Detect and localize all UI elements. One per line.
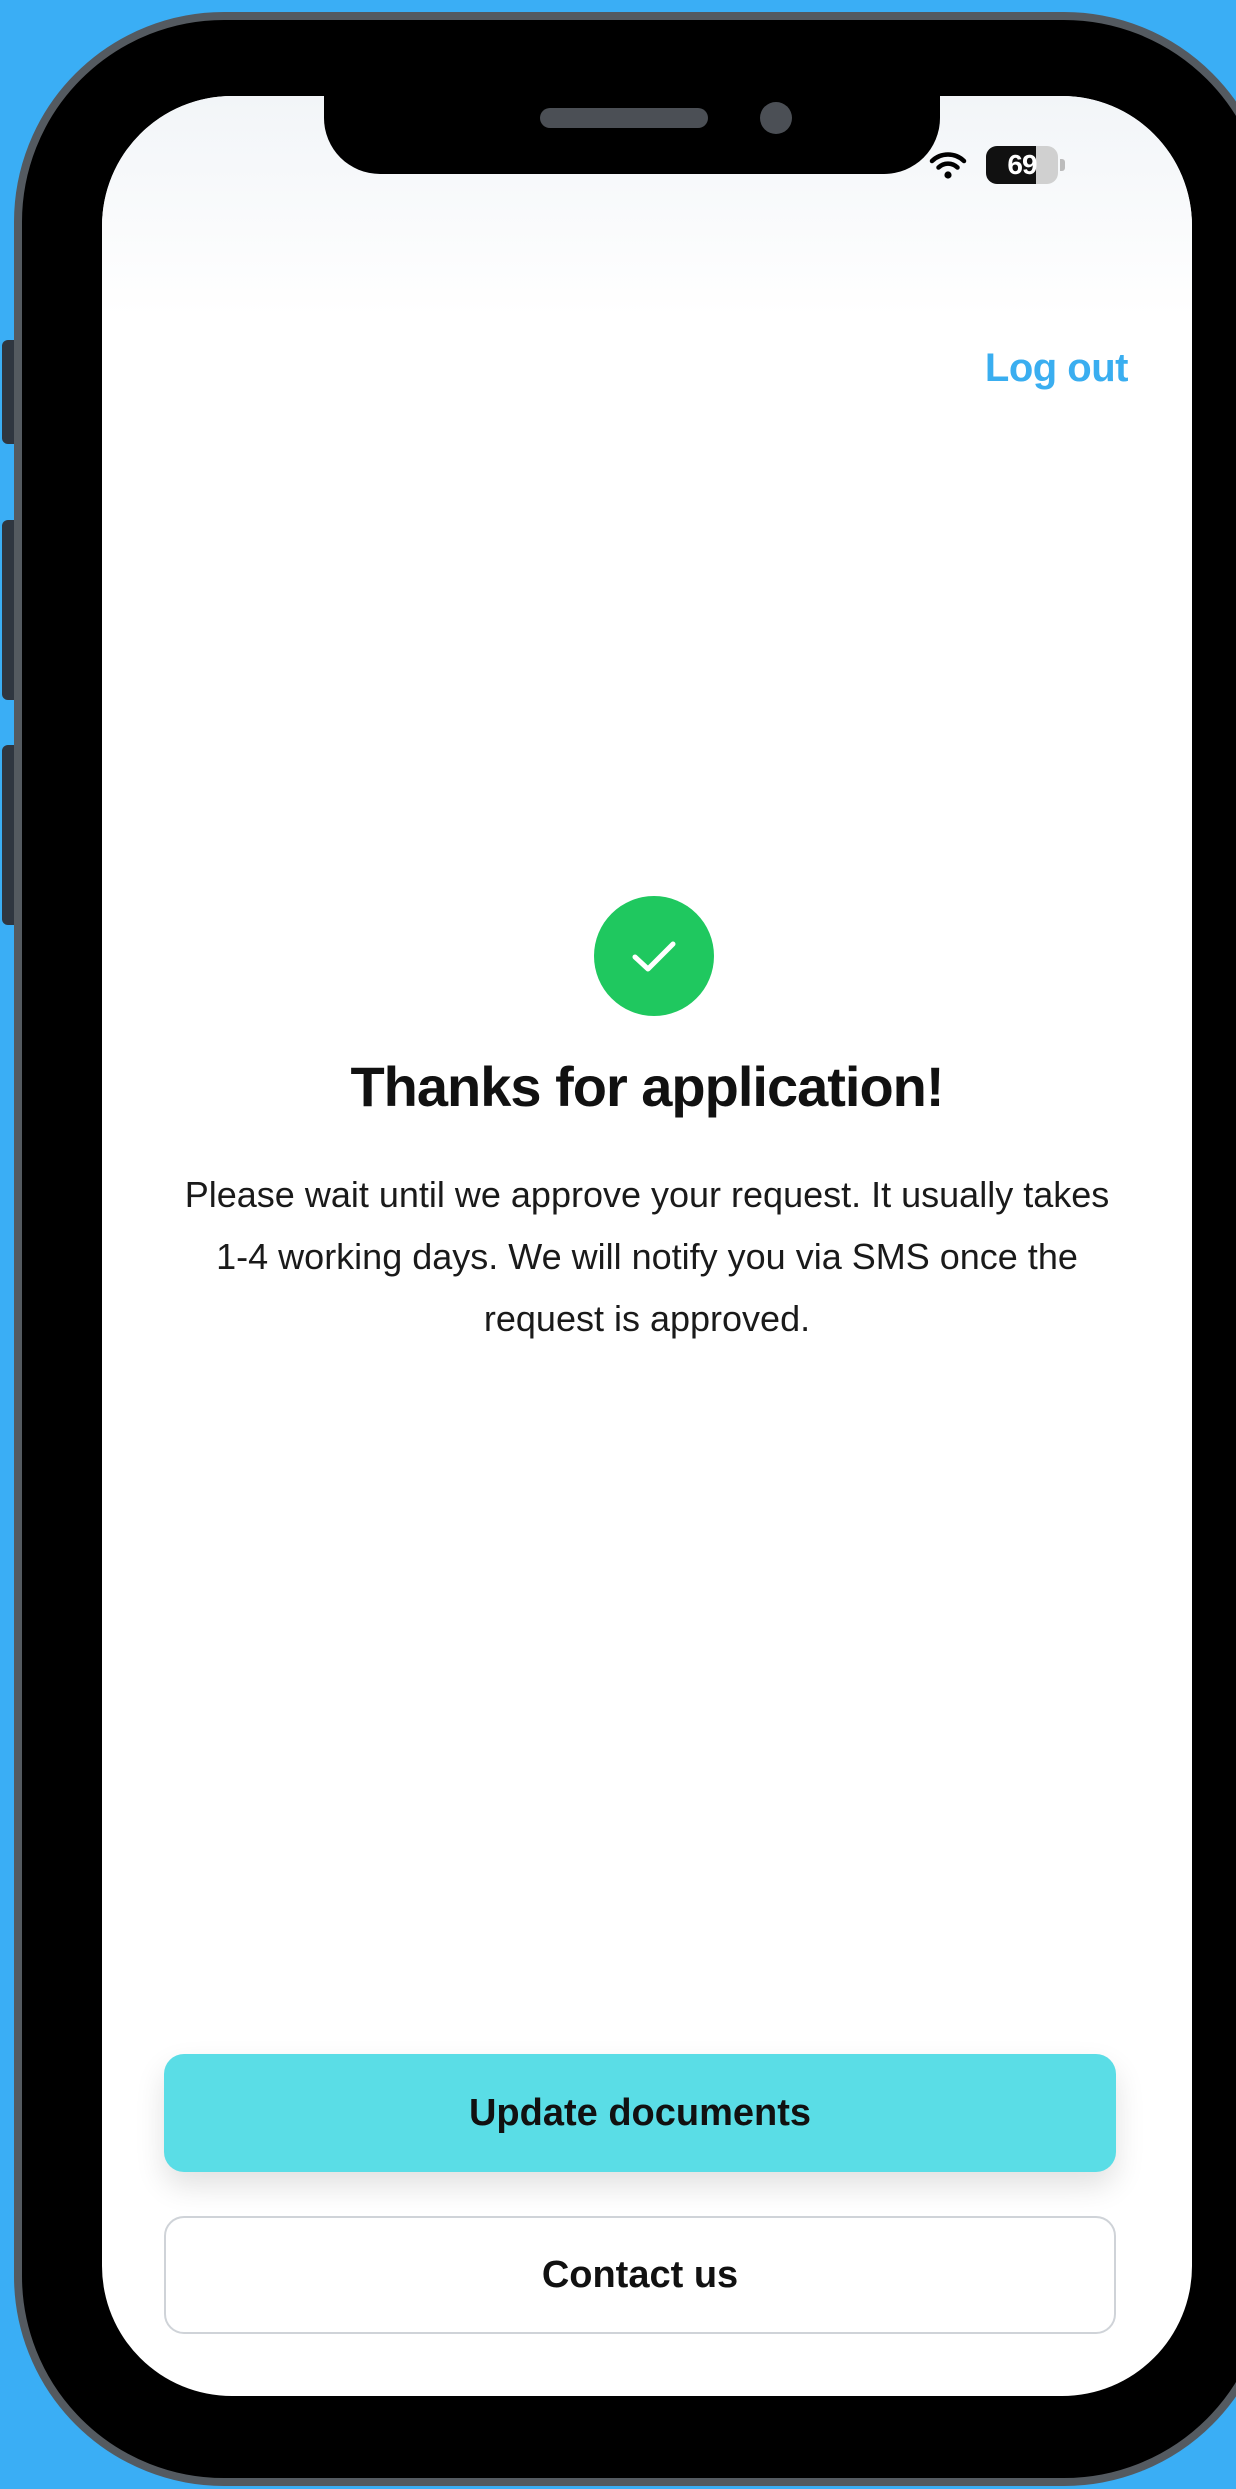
battery-body: 69 [986, 146, 1058, 184]
phone-screen: Log out Thanks for application! Please w… [102, 96, 1192, 2396]
page-title: Thanks for application! [350, 1055, 944, 1118]
battery-icon: 69 [986, 146, 1065, 184]
contact-us-button[interactable]: Contact us [164, 2216, 1116, 2334]
status-message: Please wait until we approve your reques… [184, 1174, 1110, 1339]
phone-frame: Log out Thanks for application! Please w… [14, 12, 1236, 2486]
success-badge [594, 896, 714, 1016]
check-icon [632, 941, 676, 972]
status-bar-icons: 69 [928, 146, 1065, 184]
battery-level: 69 [1007, 149, 1037, 180]
canvas: Log out Thanks for application! Please w… [0, 0, 1236, 2489]
logout-link[interactable]: Log out [985, 346, 1129, 391]
earpiece-speaker [540, 108, 708, 128]
battery-cap [1060, 159, 1065, 171]
update-documents-button[interactable]: Update documents [164, 2054, 1116, 2172]
front-camera [760, 102, 792, 134]
wifi-icon [929, 152, 967, 179]
device-notch [324, 74, 940, 174]
